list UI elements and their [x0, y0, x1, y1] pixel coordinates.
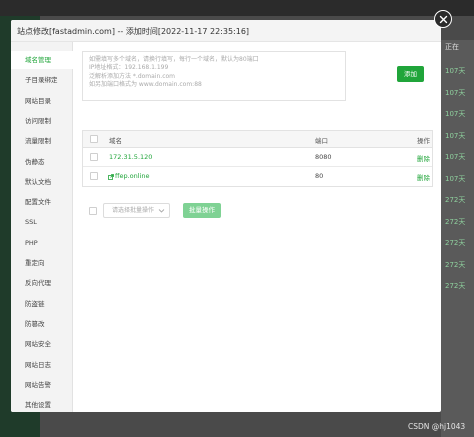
background-cell: 107天 [445, 88, 466, 97]
domain-textarea[interactable]: 如需填写多个域名，请换行填写，每行一个域名，默认为80端口 IP地址格式：192.… [82, 51, 346, 101]
background-cell: 272天 [445, 282, 466, 290]
sidebar-item[interactable]: 伪静态 [11, 153, 73, 171]
background-column-header: 正在 [445, 43, 459, 51]
port-value: 80 [315, 172, 324, 180]
external-link-icon [108, 174, 114, 180]
sidebar-item[interactable]: 访问限制 [11, 112, 73, 130]
placeholder-line: 泛解析添加方法 *.domain.com [89, 72, 176, 80]
background-cell: 107天 [445, 110, 466, 118]
close-icon [439, 15, 447, 23]
dialog-header: 站点修改[fastadmin.com] -- 添加时间[2022-11-17 2… [11, 20, 441, 42]
sidebar-item[interactable]: 流量限制 [11, 132, 73, 150]
row-checkbox[interactable] [90, 153, 98, 161]
sidebar-item[interactable]: 反向代理 [11, 274, 73, 292]
delete-link[interactable]: 删除 [417, 153, 430, 163]
column-header-domain: 域名 [109, 137, 122, 145]
add-domain-button[interactable]: 添加 [397, 66, 424, 82]
placeholder-line: IP地址格式：192.168.1.199 [89, 64, 169, 72]
batch-action-button[interactable]: 批量操作 [183, 203, 221, 218]
row-checkbox[interactable] [90, 172, 98, 180]
sidebar-item[interactable]: 网站告警 [11, 376, 73, 394]
sidebar-item[interactable]: 网站日志 [11, 356, 73, 374]
domain-management-panel: 如需填写多个域名，请换行填写，每行一个域名，默认为80端口 IP地址格式：192.… [73, 42, 441, 412]
background-cell: 272天 [445, 260, 466, 269]
watermark: CSDN @hj1043 [408, 422, 466, 431]
background-cell: 107天 [445, 131, 466, 140]
sidebar-item[interactable]: SSL [11, 213, 73, 231]
background-cell: 272天 [445, 217, 466, 226]
table-header: 域名 端口 操作 [83, 131, 432, 148]
sidebar-item[interactable]: 重定向 [11, 254, 73, 272]
batch-action-select[interactable]: 请选择批量操作 [103, 203, 170, 218]
settings-sidebar: 域名管理子目录绑定网站目录访问限制流量限制伪静态默认文档配置文件 SSL PHP 重定… [11, 42, 73, 412]
table-row: 172.31.5.120 8080 删除 [83, 148, 432, 167]
sidebar-item[interactable]: 配置文件 [11, 193, 73, 211]
column-header-port: 端口 [315, 137, 328, 145]
sidebar-item[interactable]: 网站安全 [11, 335, 73, 353]
background-cell: 272天 [445, 239, 466, 247]
background-cell: 107天 [445, 67, 466, 75]
sidebar-item[interactable]: 其他设置 [11, 396, 73, 412]
site-edit-dialog: 站点修改[fastadmin.com] -- 添加时间[2022-11-17 2… [11, 20, 441, 412]
placeholder-line: 如另加端口格式为 www.domain.com:88 [89, 81, 202, 89]
table-row: ffep.online 80 删除 [83, 167, 432, 186]
background-cell: 272天 [445, 196, 466, 204]
sidebar-item[interactable]: PHP [11, 234, 73, 252]
delete-link[interactable]: 删除 [417, 172, 430, 182]
domain-table: 域名 端口 操作 172.31.5.120 8080 删除 ffep.onlin… [82, 130, 433, 187]
port-value: 8080 [315, 153, 332, 161]
sidebar-item[interactable]: 域名管理 [11, 51, 73, 69]
sidebar-item[interactable]: 默认文档 [11, 173, 73, 191]
close-dialog-button[interactable] [434, 10, 452, 28]
background-cell: 107天 [445, 153, 466, 161]
chevron-down-icon [158, 209, 165, 213]
dialog-title: 站点修改[fastadmin.com] -- 添加时间[2022-11-17 2… [17, 27, 250, 36]
batch-checkbox[interactable] [89, 207, 97, 215]
domain-link[interactable]: 172.31.5.120 [109, 153, 152, 161]
background-cell: 107天 [445, 174, 466, 183]
batch-select-placeholder: 请选择批量操作 [112, 207, 155, 214]
background-topbar [0, 0, 474, 16]
sidebar-item[interactable]: 网站目录 [11, 92, 73, 110]
select-all-checkbox[interactable] [90, 135, 98, 143]
sidebar-item[interactable]: 防篡改 [11, 315, 73, 333]
domain-link[interactable]: ffep.online [115, 172, 150, 180]
sidebar-item[interactable]: 防盗链 [11, 295, 73, 313]
column-header-action: 操作 [417, 137, 430, 145]
sidebar-item[interactable]: 子目录绑定 [11, 71, 73, 89]
